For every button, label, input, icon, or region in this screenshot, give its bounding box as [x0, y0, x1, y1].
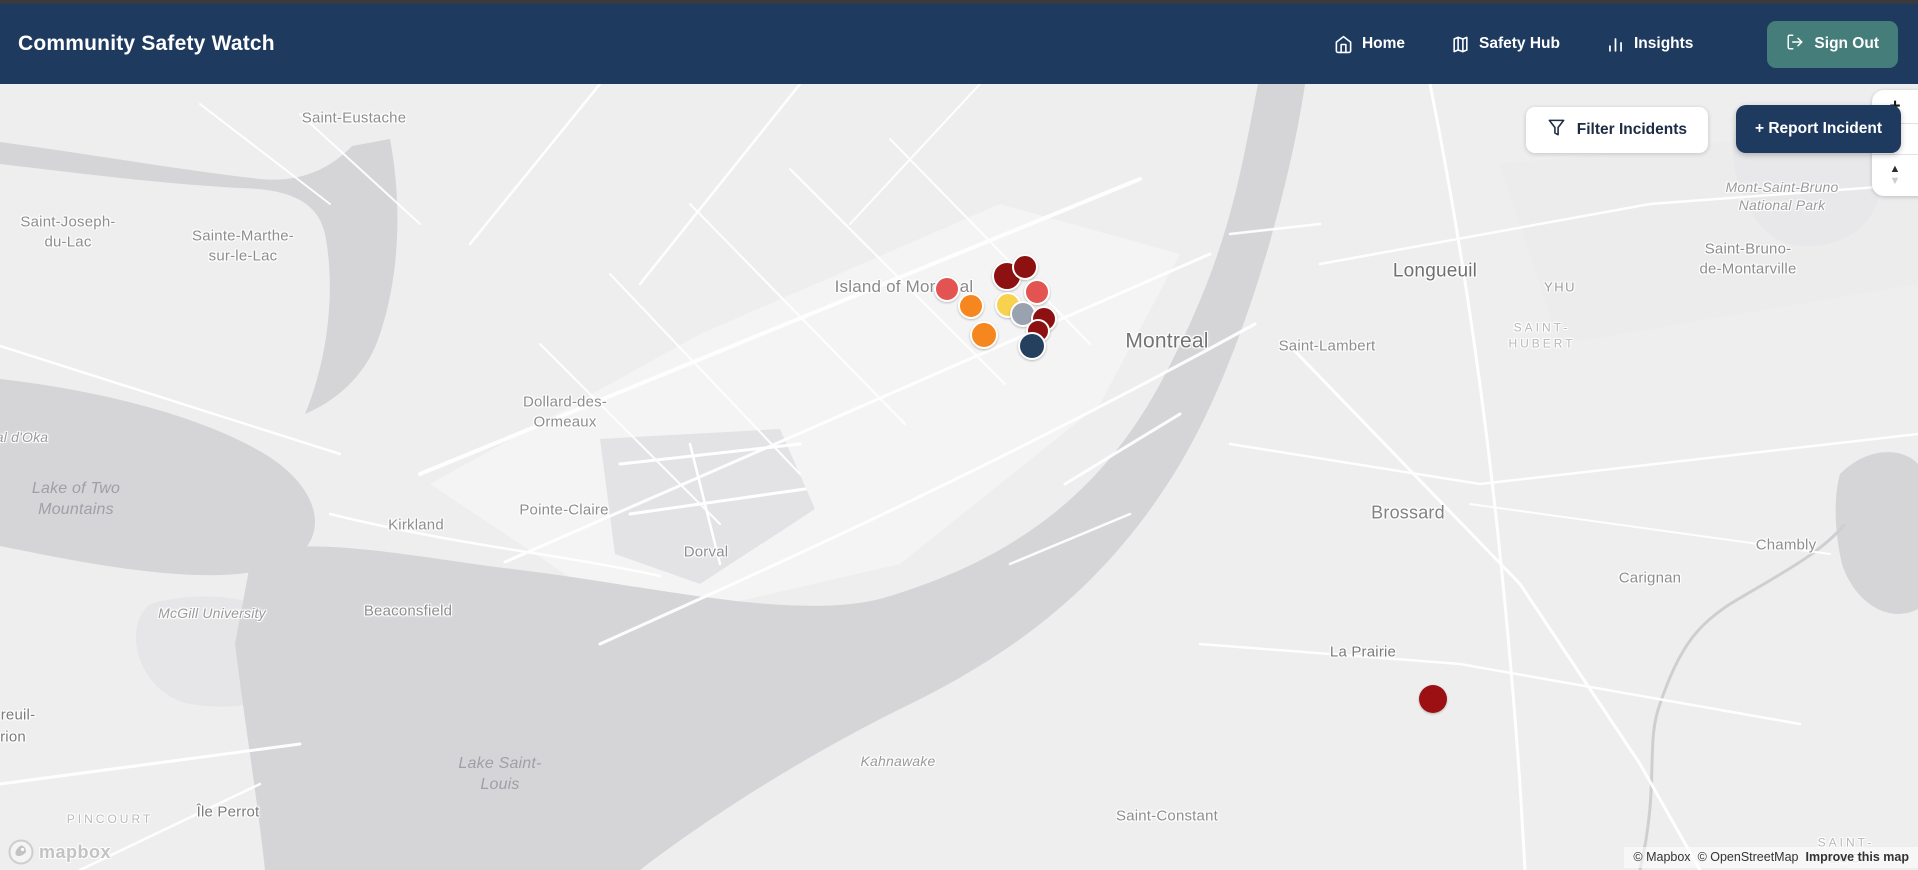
arrow-up-icon[interactable]: ▲: [1890, 163, 1901, 175]
nav-item-home[interactable]: Home: [1334, 35, 1405, 54]
map-attribution: © Mapbox © OpenStreetMap Improve this ma…: [1624, 847, 1918, 868]
nav-item-safety-hub[interactable]: Safety Hub: [1451, 35, 1560, 54]
map-container: Saint-Eustache Saint-Joseph- du-Lac Sainte…: [0, 84, 1918, 870]
incident-marker[interactable]: [958, 293, 984, 319]
nav-label: Home: [1361, 35, 1406, 52]
nav-item-insights[interactable]: Insights: [1606, 35, 1693, 54]
sign-out-button[interactable]: Sign Out: [1767, 20, 1898, 68]
mapbox-logo-text: mapbox: [39, 841, 112, 862]
bar-chart-icon: [1606, 35, 1625, 54]
mapbox-attribution-link[interactable]: © Mapbox: [1633, 850, 1690, 864]
report-incident-button[interactable]: + Report Incident: [1735, 105, 1901, 153]
incident-marker[interactable]: [1018, 332, 1046, 360]
osm-attribution-link[interactable]: © OpenStreetMap: [1698, 850, 1799, 864]
nav-label: Safety Hub: [1479, 35, 1560, 52]
map-canvas[interactable]: [0, 84, 1918, 870]
funnel-icon: [1547, 118, 1566, 142]
nav-label: Insights: [1634, 35, 1694, 52]
pitch-control[interactable]: ▲ ▼: [1872, 155, 1918, 195]
app-header: Community Safety Watch Home Safety Hub I…: [0, 4, 1918, 84]
mapbox-logo[interactable]: mapbox: [8, 839, 111, 865]
mapbox-logo-icon: [8, 839, 34, 865]
sign-out-icon: [1786, 33, 1804, 56]
map-icon: [1451, 35, 1470, 54]
incident-marker[interactable]: [934, 276, 960, 302]
incident-marker[interactable]: [970, 321, 998, 349]
filter-incidents-button[interactable]: Filter Incidents: [1525, 107, 1708, 153]
incident-marker[interactable]: [1419, 685, 1447, 713]
filter-incidents-label: Filter Incidents: [1576, 121, 1687, 138]
sign-out-label: Sign Out: [1814, 35, 1879, 52]
main-nav: Home Safety Hub Insights Sign Out: [1334, 20, 1898, 68]
incident-marker[interactable]: [1012, 254, 1038, 280]
improve-map-link[interactable]: Improve this map: [1806, 850, 1910, 864]
home-icon: [1334, 35, 1353, 54]
arrow-down-icon[interactable]: ▼: [1890, 175, 1901, 187]
app-title: Community Safety Watch: [18, 32, 275, 55]
